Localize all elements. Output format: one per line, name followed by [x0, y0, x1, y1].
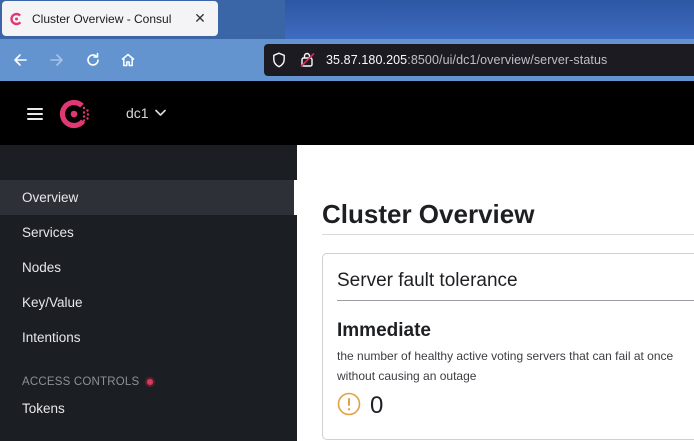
consul-favicon-icon: [10, 12, 23, 25]
consul-logo-icon[interactable]: [59, 97, 95, 131]
title-divider: [322, 234, 694, 235]
sidebar-item-tokens[interactable]: Tokens: [0, 391, 294, 426]
home-icon: [121, 53, 135, 67]
insecure-lock-icon[interactable]: [300, 51, 316, 68]
home-button[interactable]: [117, 49, 139, 71]
immediate-count: 0: [370, 392, 384, 419]
page-title: Cluster Overview: [322, 199, 535, 229]
card-divider: [337, 300, 694, 301]
sidebar-item-label: Intentions: [22, 330, 81, 345]
acl-disabled-dot-icon: [145, 377, 156, 387]
reload-icon: [87, 52, 99, 66]
browser-tab[interactable]: Cluster Overview - Consul ✕: [2, 1, 218, 36]
tab-strip: Cluster Overview - Consul ✕: [0, 0, 694, 39]
immediate-title: Immediate: [337, 320, 431, 341]
url-path: :8500/ui/dc1/overview/server-status: [407, 53, 608, 67]
url-host: 35.87.180.205: [326, 53, 408, 67]
sidebar-item-label: Key/Value: [22, 295, 83, 310]
sidebar-section-label: ACCESS CONTROLS: [22, 376, 140, 388]
address-bar[interactable]: 35.87.180.205:8500/ui/dc1/overview/serve…: [264, 44, 694, 76]
url-text[interactable]: 35.87.180.205:8500/ui/dc1/overview/serve…: [326, 53, 607, 67]
sidebar-item-label: Nodes: [22, 260, 62, 275]
sidebar-item-label: Overview: [22, 190, 79, 205]
tab-close-icon[interactable]: ✕: [192, 10, 208, 27]
arrow-right-icon: [50, 54, 63, 66]
sidebar-item-services[interactable]: Services: [0, 215, 294, 250]
arrow-left-icon: [14, 54, 27, 66]
sidebar-section-access-controls: ACCESS CONTROLS: [22, 376, 156, 388]
browser-window: Cluster Overview - Consul ✕ 35.87.180.20…: [0, 0, 694, 441]
sidebar-item-key-value[interactable]: Key/Value: [0, 285, 294, 320]
chevron-down-icon: [154, 109, 166, 116]
back-button[interactable]: [9, 49, 31, 71]
hamburger-menu-icon[interactable]: [27, 108, 43, 120]
reload-button[interactable]: [82, 49, 104, 71]
sidebar-item-overview[interactable]: Overview: [0, 180, 297, 215]
datacenter-dropdown[interactable]: dc1: [126, 105, 166, 121]
app-header: [0, 81, 694, 145]
sidebar-item-label: Tokens: [22, 401, 65, 416]
shield-icon[interactable]: [272, 52, 286, 68]
sidebar-item-intentions[interactable]: Intentions: [0, 320, 294, 355]
sidebar-item-nodes[interactable]: Nodes: [0, 250, 294, 285]
card-title: Server fault tolerance: [337, 270, 518, 291]
warning-icon: [337, 392, 361, 416]
immediate-description: the number of healthy active voting serv…: [337, 349, 674, 383]
tab-strip-background: [285, 0, 694, 39]
tab-title: Cluster Overview - Consul: [32, 11, 172, 26]
sidebar-item-label: Services: [22, 225, 74, 240]
datacenter-label: dc1: [126, 105, 149, 121]
forward-button[interactable]: [46, 49, 68, 71]
